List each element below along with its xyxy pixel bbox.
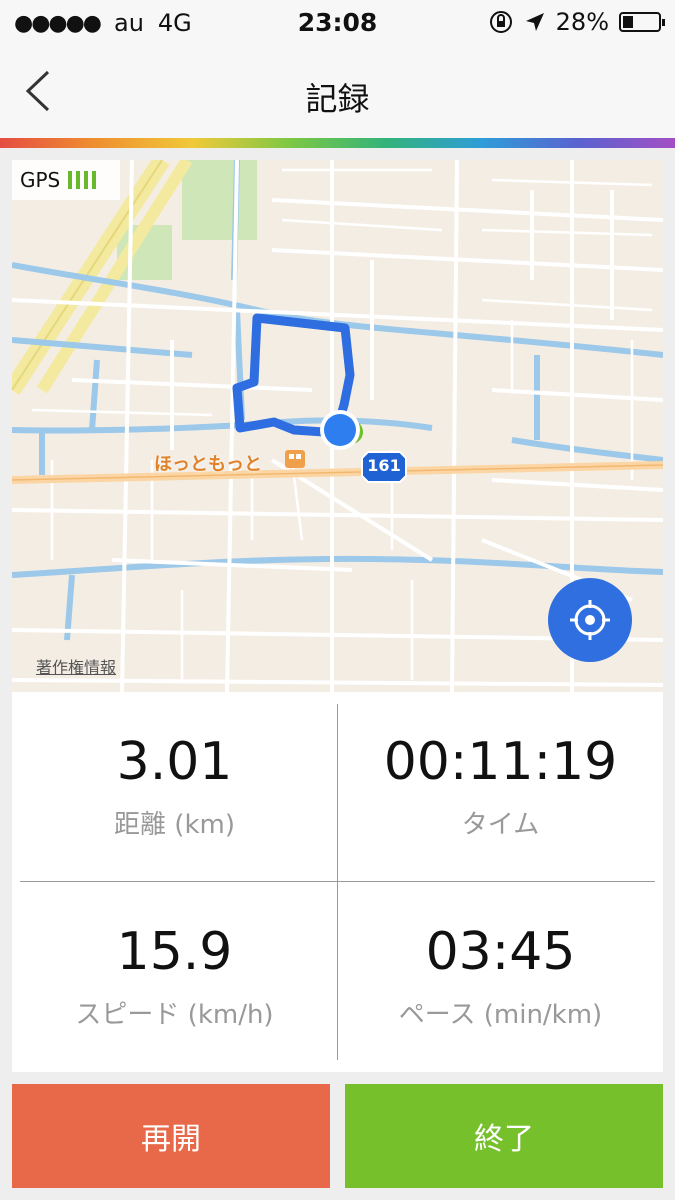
page-title: 記録 — [305, 80, 370, 118]
gps-label: GPS — [20, 168, 61, 192]
stat-value: 15.9 — [116, 922, 233, 982]
battery-nub — [662, 19, 665, 26]
locate-button[interactable] — [548, 578, 632, 662]
stat-time: 00:11:19 タイム — [338, 692, 663, 882]
battery-percent: 28% — [555, 8, 609, 36]
battery-fill — [623, 16, 633, 28]
location-arrow-icon — [525, 13, 544, 31]
horizontal-divider — [20, 881, 655, 882]
gps-signal-icon — [68, 171, 97, 189]
gps-indicator: GPS — [12, 160, 120, 200]
stat-distance: 3.01 距離 (km) — [12, 692, 337, 882]
battery-icon — [619, 12, 665, 32]
stat-speed: 15.9 スピード (km/h) — [12, 882, 337, 1072]
stat-pace: 03:45 ペース (min/km) — [338, 882, 663, 1072]
stat-label: ペース (min/km) — [398, 1000, 603, 1030]
poi-label: ほっともっと — [154, 454, 262, 475]
stat-value: 3.01 — [116, 732, 233, 792]
rainbow-divider — [0, 138, 675, 148]
status-right: 28% — [488, 8, 665, 36]
stats-panel: 3.01 距離 (km) 00:11:19 タイム 15.9 スピード (km/… — [12, 692, 663, 1072]
nav-bar: 記録 — [0, 46, 675, 138]
stat-value: 03:45 — [425, 922, 576, 982]
stat-label: スピード (km/h) — [75, 1000, 274, 1030]
route-map[interactable]: ほっともっと 161 GPS 著作権情報 — [12, 160, 663, 692]
finish-button[interactable]: 終了 — [345, 1084, 663, 1188]
copyright-link[interactable]: 著作権情報 — [36, 654, 116, 678]
stat-value: 00:11:19 — [383, 732, 618, 792]
resume-button[interactable]: 再開 — [12, 1084, 330, 1188]
stat-label: 距離 (km) — [114, 810, 235, 840]
orientation-lock-icon — [489, 11, 512, 33]
status-bar: ●●●●● au 4G 23:08 28% — [0, 0, 675, 46]
vertical-divider — [337, 704, 338, 1060]
route-shield-label: 161 — [367, 456, 401, 475]
crosshair-icon — [570, 600, 610, 640]
stat-label: タイム — [461, 810, 540, 840]
